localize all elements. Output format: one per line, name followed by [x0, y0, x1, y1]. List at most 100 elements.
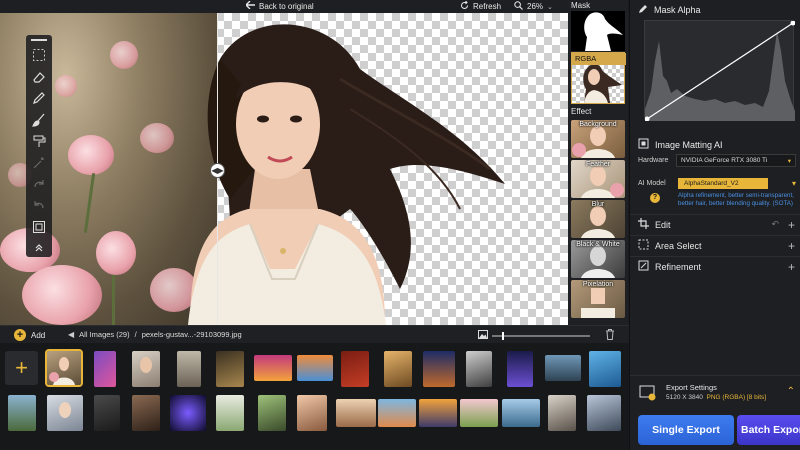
- thumbnail[interactable]: [341, 351, 369, 387]
- export-settings-title: Export Settings: [666, 383, 717, 392]
- all-images-link[interactable]: All Images (29): [79, 330, 129, 339]
- image-icon: [478, 330, 488, 342]
- brush-icon[interactable]: [29, 111, 49, 128]
- effect-background[interactable]: Background: [571, 120, 625, 158]
- gallery-toolbar: + Add ◀ All Images (29) / pexels-gustav.…: [0, 325, 629, 343]
- crop-icon: [638, 218, 649, 231]
- effect-pixelation[interactable]: Pixelation: [571, 280, 625, 318]
- back-to-original-button[interactable]: Back to original: [245, 0, 314, 11]
- effect-blur-label: Blur: [591, 201, 605, 208]
- selection-icon: [638, 239, 649, 252]
- thumbnail[interactable]: [8, 395, 36, 431]
- zoom-control[interactable]: 26% ⌄: [514, 1, 553, 12]
- export-settings[interactable]: Export Settings 5120 X 3840 PNG (RGBA) […: [630, 375, 800, 413]
- ai-model-label: AI Model: [638, 180, 666, 187]
- arrow-left-icon[interactable]: ◀: [68, 330, 74, 339]
- chevron-down-icon: ▾: [787, 157, 791, 165]
- thumbnail[interactable]: [589, 351, 621, 387]
- refresh-button[interactable]: Refresh: [460, 0, 501, 12]
- thumbnail[interactable]: [587, 395, 621, 431]
- thumbnail[interactable]: [378, 399, 416, 427]
- alpha-curve-editor[interactable]: [644, 20, 796, 122]
- thumbnail[interactable]: [384, 351, 412, 387]
- frame-icon[interactable]: [29, 218, 49, 235]
- refine-icon: [638, 260, 649, 273]
- thumbnail[interactable]: [94, 351, 116, 387]
- thumbnail[interactable]: [548, 395, 576, 431]
- ai-model-description: Alpha refinement, better semi-transparen…: [678, 192, 794, 207]
- thumbnail-size-control[interactable]: [478, 330, 590, 342]
- hardware-value: NVIDIA GeForce RTX 3080 Ti: [681, 157, 768, 164]
- thumbnail[interactable]: [507, 351, 533, 387]
- effect-blur[interactable]: Blur: [571, 200, 625, 238]
- single-export-button[interactable]: Single Export: [638, 415, 734, 445]
- thumbnail[interactable]: [216, 351, 244, 387]
- thumbnail[interactable]: [254, 355, 292, 381]
- refinement-section[interactable]: Refinement +: [630, 256, 800, 276]
- thumbnail[interactable]: [545, 355, 581, 381]
- current-file-name: pexels-gustav...-29103099.jpg: [141, 330, 242, 339]
- add-icon[interactable]: +: [788, 218, 795, 232]
- add-icon[interactable]: +: [788, 239, 795, 253]
- toolbar-grip[interactable]: [31, 39, 47, 41]
- redo-icon[interactable]: [29, 175, 49, 192]
- arrow-left-icon: [245, 0, 255, 11]
- image-matting-header: Image Matting AI: [638, 138, 723, 151]
- ai-model-select[interactable]: AlphaStandard_V2 ▾: [678, 178, 796, 189]
- select-dashed-icon[interactable]: [29, 47, 49, 64]
- image-filmstrip: +: [0, 343, 629, 450]
- add-images-button[interactable]: + Add: [14, 329, 45, 341]
- magnifier-icon: [514, 1, 523, 12]
- chevron-double-up-icon[interactable]: ⌃: [787, 386, 795, 397]
- compare-slider-handle[interactable]: ◀▶: [210, 163, 225, 178]
- pen-icon[interactable]: [29, 90, 49, 107]
- reset-icon[interactable]: ↶: [771, 219, 779, 230]
- trash-icon[interactable]: [605, 329, 615, 343]
- thumbnail[interactable]: [423, 351, 455, 387]
- thumbnail[interactable]: [45, 349, 83, 387]
- mask-label: Mask: [571, 1, 591, 10]
- ai-model-value: AlphaStandard_V2: [678, 178, 768, 189]
- thumbnail[interactable]: [132, 351, 160, 387]
- thumbnail[interactable]: [47, 395, 83, 431]
- magic-wand-icon[interactable]: [29, 154, 49, 171]
- zoom-value: 26%: [527, 2, 544, 11]
- thumbnail[interactable]: [94, 395, 120, 431]
- thumbnail[interactable]: [460, 399, 498, 427]
- thumbnail[interactable]: [466, 351, 492, 387]
- thumbnail[interactable]: [258, 395, 286, 431]
- effect-black-white[interactable]: Black & White: [571, 240, 625, 278]
- add-image-tile[interactable]: +: [5, 351, 38, 385]
- effect-feather[interactable]: Feather: [571, 160, 625, 198]
- collapse-up-icon[interactable]: [29, 240, 49, 257]
- thumbnail[interactable]: [216, 395, 244, 431]
- undo-icon[interactable]: [29, 197, 49, 214]
- edit-section[interactable]: Edit ↶ +: [630, 214, 800, 234]
- fill-roller-icon[interactable]: [29, 132, 49, 149]
- area-select-section[interactable]: Area Select +: [630, 235, 800, 255]
- eraser-icon[interactable]: [29, 68, 49, 85]
- thumbnail[interactable]: [502, 399, 540, 427]
- image-canvas[interactable]: ◀▶: [0, 13, 568, 325]
- effect-pixelation-label: Pixelation: [582, 281, 614, 288]
- thumbnail[interactable]: [132, 395, 160, 431]
- thumbnail[interactable]: [336, 399, 376, 427]
- chevron-down-icon: ⌄: [547, 3, 553, 11]
- thumbnail[interactable]: [177, 351, 201, 387]
- hardware-select[interactable]: NVIDIA GeForce RTX 3080 Ti ▾: [676, 154, 796, 167]
- effect-background-label: Background: [579, 121, 617, 128]
- thumbnail-size-slider[interactable]: [492, 332, 590, 340]
- mask-thumbnail[interactable]: [571, 11, 625, 52]
- slider-knob[interactable]: [502, 332, 504, 340]
- rgba-thumbnail[interactable]: RGBA: [571, 52, 626, 104]
- batch-export-button[interactable]: Batch Export: [737, 415, 800, 445]
- add-icon[interactable]: +: [788, 260, 795, 274]
- left-right-arrows-icon: ◀▶: [211, 166, 224, 175]
- help-icon[interactable]: ?: [650, 193, 660, 203]
- thumbnail[interactable]: [297, 395, 327, 431]
- thumbnail[interactable]: [170, 395, 206, 431]
- thumbnail[interactable]: [297, 355, 333, 381]
- thumbnail[interactable]: [419, 399, 457, 427]
- ai-chip-icon: [638, 138, 649, 151]
- image-matting-title: Image Matting AI: [655, 139, 723, 150]
